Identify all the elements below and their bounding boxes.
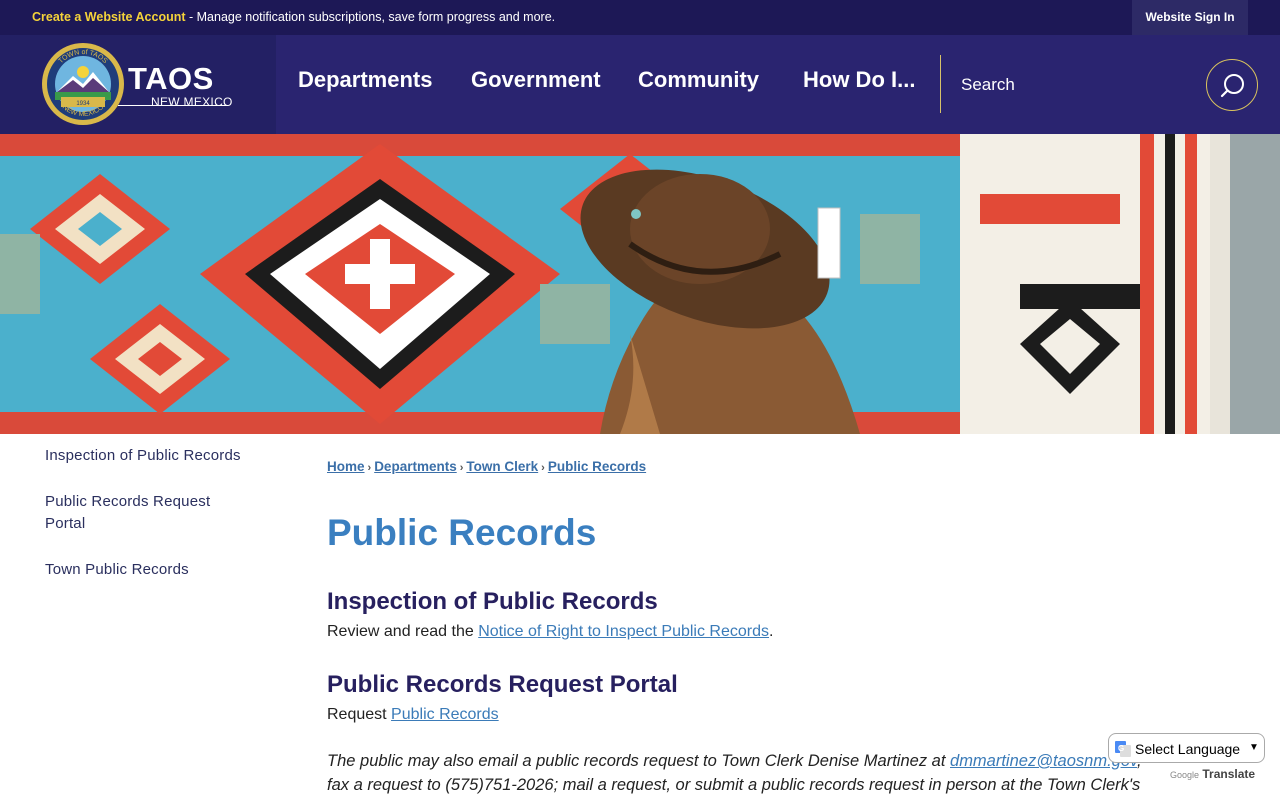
sidebar-item-inspection[interactable]: Inspection of Public Records [45,445,241,467]
google-translate-icon: G [1115,741,1131,757]
search-icon [1220,74,1244,98]
seal-year: 1934 [76,101,90,107]
breadcrumb-town-clerk[interactable]: Town Clerk [466,459,538,474]
notice-of-right-link[interactable]: Notice of Right to Inspect Public Record… [478,623,769,640]
contact-note-text: The public may also email a public recor… [327,752,951,770]
inspection-text: Review and read the [327,623,479,640]
contact-note-line1: The public may also email a public recor… [327,749,1227,773]
sidebar-item-town-public-records[interactable]: Town Public Records [45,559,189,581]
breadcrumb-public-records[interactable]: Public Records [548,459,646,474]
breadcrumb-departments[interactable]: Departments [374,459,457,474]
hero-image [0,134,1280,434]
google-wordmark: Google [1170,770,1200,780]
breadcrumb-separator: › [541,462,545,474]
portal-text: Request [327,706,392,723]
chevron-down-icon: ▼ [1249,742,1259,753]
search-input[interactable] [948,69,1188,101]
logo-subtitle: NEW MEXICO [151,95,233,109]
site-header: 1934 TOWN of TAOS NEW MEXICO TAOS NEW ME… [0,35,1280,134]
breadcrumb: Home › Departments › Town Clerk › Public Recor… [327,459,646,474]
contact-note-line2: fax a request to (575)751-2026; mail a r… [327,776,1141,794]
account-message: Create a Website Account - Manage notifi… [32,10,555,24]
svg-text:G: G [1118,744,1124,753]
sidebar-item-label: Public Records Request [45,493,211,510]
search-button[interactable] [1206,59,1258,111]
nav-how-do-i[interactable]: How Do I... [803,67,915,93]
powered-by-google: Google Translate [1170,767,1255,781]
section-text-inspection: Review and read the Notice of Right to I… [327,623,773,641]
top-bar: Create a Website Account - Manage notifi… [0,0,1280,35]
sidebar-item-label: Portal [45,515,86,532]
language-select[interactable]: G Select Language ▼ [1108,733,1265,763]
rug-photo [0,134,1280,434]
account-message-text: - Manage notification subscriptions, sav… [185,10,556,24]
section-heading-inspection: Inspection of Public Records [327,588,658,615]
logo-name: TAOS [128,61,214,96]
public-records-link[interactable]: Public Records [391,706,499,723]
breadcrumb-separator: › [367,462,372,474]
breadcrumb-separator: › [459,462,464,474]
nav-community[interactable]: Community [638,67,759,93]
breadcrumb-home[interactable]: Home [327,459,365,474]
logo-link[interactable]: 1934 TOWN of TAOS NEW MEXICO TAOS NEW ME… [0,35,276,134]
nav-divider [940,55,941,113]
contact-note: The public may also email a public recor… [327,749,1227,797]
section-text-portal: Request Public Records [327,706,499,724]
page-title: Public Records [327,512,597,553]
nav-government[interactable]: Government [471,67,601,93]
create-account-link[interactable]: Create a Website Account [32,10,186,24]
sidebar-item-request-portal[interactable]: Public Records Request Portal [45,491,210,535]
town-seal-icon: 1934 TOWN of TAOS NEW MEXICO [42,43,124,125]
inspection-text-end: . [769,623,774,640]
language-select-label: Select Language [1135,741,1241,757]
nav-departments[interactable]: Departments [298,67,432,93]
translate-link[interactable]: Translate [1202,767,1255,781]
website-sign-in-button[interactable]: Website Sign In [1132,0,1248,35]
section-heading-portal: Public Records Request Portal [327,671,678,698]
